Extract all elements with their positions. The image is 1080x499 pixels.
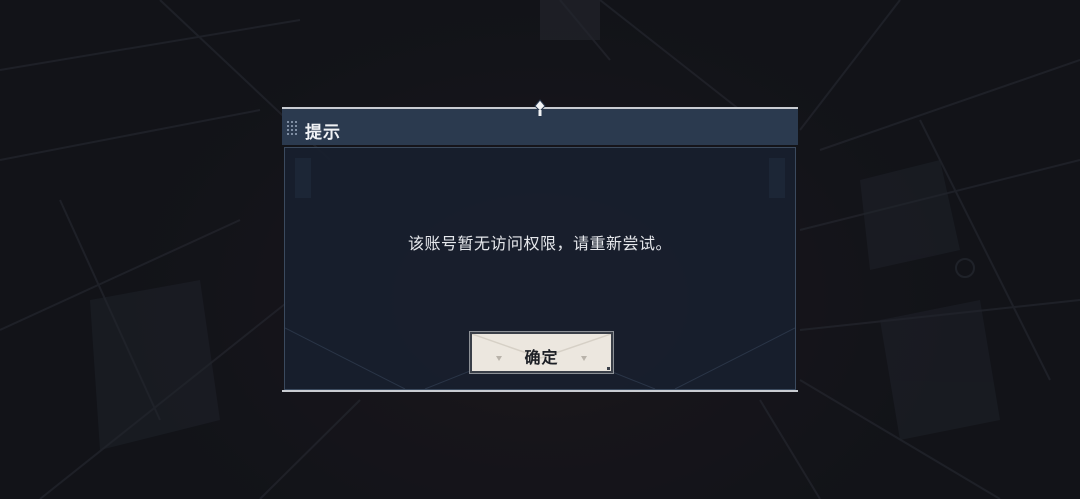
game-screen: 提示 该账号暂无访问权限，请重新尝试。 确定 [0, 0, 1080, 499]
dialog-bottom-border [282, 390, 798, 392]
dialog-message: 该账号暂无访问权限，请重新尝试。 [407, 234, 672, 253]
dialog-body: 该账号暂无访问权限，请重新尝试。 确定 [284, 147, 796, 390]
grip-dots-icon [287, 121, 299, 135]
confirm-button[interactable]: 确定 [469, 331, 614, 374]
confirm-button-label: 确定 [524, 348, 559, 367]
alert-dialog: 提示 该账号暂无访问权限，请重新尝试。 确定 [282, 99, 798, 392]
pin-icon [534, 99, 546, 116]
dialog-title: 提示 [305, 123, 341, 143]
